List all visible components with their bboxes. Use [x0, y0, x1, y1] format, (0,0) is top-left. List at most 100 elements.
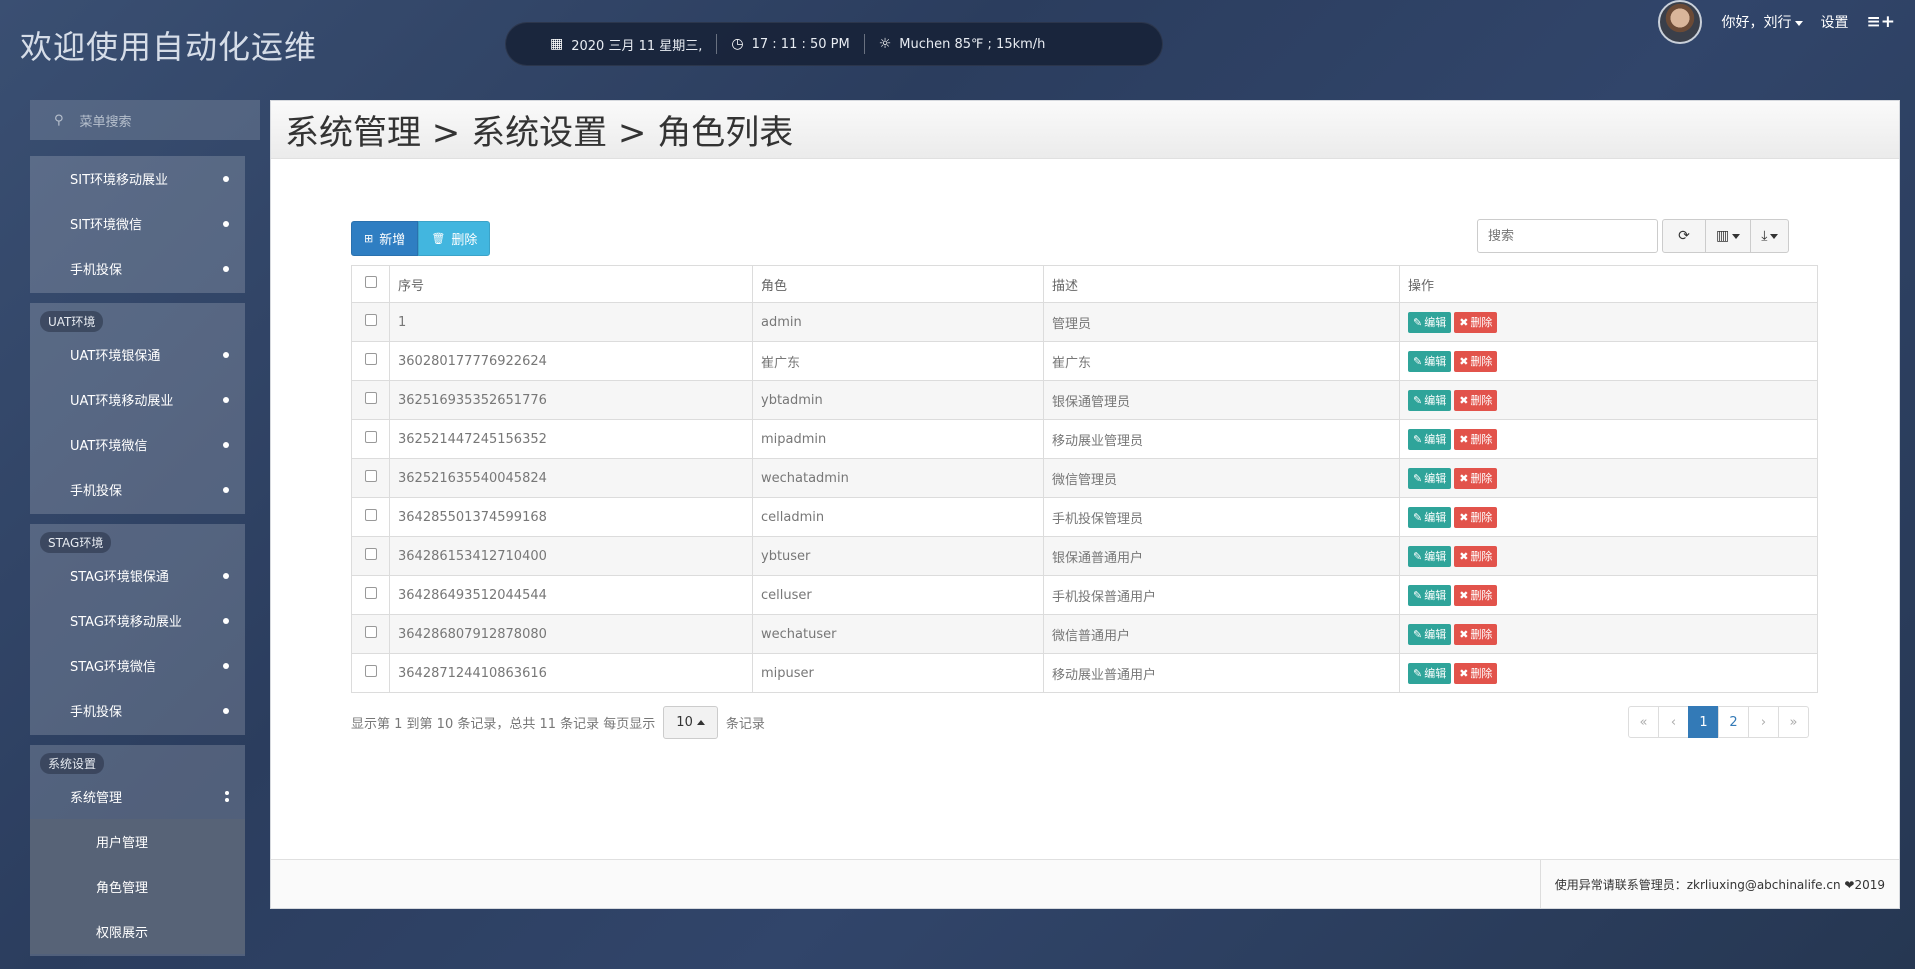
menu-toggle-icon[interactable]: ≡+ [1867, 12, 1896, 32]
row-checkbox-cell [351, 653, 390, 693]
cell-id: 360280177776922624 [389, 341, 753, 381]
sidebar-item-stag-ybt[interactable]: STAG环境银保通 [30, 553, 245, 598]
page-link[interactable]: ‹ [1658, 706, 1689, 738]
cell-desc: 手机投保管理员 [1043, 497, 1400, 537]
row-delete-button[interactable]: ✖ 删除 [1454, 467, 1498, 489]
row-delete-button[interactable]: ✖ 删除 [1454, 350, 1498, 372]
row-delete-button[interactable]: ✖ 删除 [1454, 506, 1498, 528]
sidebar-item-role-mgmt[interactable]: 角色管理 [30, 864, 245, 909]
table-row[interactable]: 362521447245156352 mipadmin 移动展业管理员 ✎ 编辑 ✖ 删除 [351, 419, 1818, 459]
sidebar-item-uat-wechat[interactable]: UAT环境微信 [30, 422, 245, 467]
page-link[interactable]: › [1748, 706, 1779, 738]
sidebar-item-label: STAG环境微信 [70, 660, 156, 675]
delete-button[interactable]: 🗑 删除 [418, 221, 491, 256]
dot-icon [223, 707, 229, 714]
row-edit-button[interactable]: ✎ 编辑 [1408, 311, 1452, 333]
refresh-icon: ⟳ [1678, 228, 1690, 244]
row-edit-button[interactable]: ✎ 编辑 [1408, 506, 1452, 528]
row-edit-button[interactable]: ✎ 编辑 [1408, 662, 1452, 684]
table-row[interactable]: 362521635540045824 wechatadmin 微信管理员 ✎ 编辑 ✖ 删除 [351, 458, 1818, 498]
sidebar-item-uat-ybt[interactable]: UAT环境银保通 [30, 332, 245, 377]
export-button[interactable]: ⤓ [1750, 219, 1790, 253]
column-header-role[interactable]: 角色 [752, 265, 1044, 303]
avatar[interactable] [1657, 0, 1702, 44]
table-row[interactable]: 1 admin 管理员 ✎ 编辑 ✖ 删除 [351, 302, 1818, 342]
sidebar-item-system-mgmt[interactable]: 系统管理 [30, 774, 245, 819]
table-row[interactable]: 364286807912878080 wechatuser 微信普通用户 ✎ 编辑 ✖ 删除 [351, 614, 1818, 654]
row-checkbox[interactable] [364, 587, 377, 599]
sidebar-item-uat-mobile[interactable]: 手机投保 [30, 467, 245, 512]
row-checkbox[interactable] [364, 509, 377, 521]
page-size-dropdown[interactable]: 10 [663, 706, 718, 739]
row-checkbox-cell [351, 575, 390, 615]
refresh-button[interactable]: ⟳ [1662, 219, 1706, 253]
user-menu[interactable]: 你好，刘行 [1722, 12, 1803, 32]
page-link[interactable]: 1 [1688, 706, 1719, 738]
row-checkbox[interactable] [364, 470, 377, 482]
cell-actions: ✎ 编辑 ✖ 删除 [1399, 536, 1818, 576]
page-link[interactable]: 2 [1718, 706, 1749, 738]
sidebar-submenu: 用户管理 角色管理 权限展示 [30, 819, 245, 954]
sidebar-item-uat-mip[interactable]: UAT环境移动展业 [30, 377, 245, 422]
sidebar-item-sit-mobile[interactable]: 手机投保 [30, 246, 245, 291]
edit-icon: ✎ [1413, 354, 1423, 368]
add-button[interactable]: ⊞ 新增 [351, 221, 419, 256]
sidebar-item-permissions[interactable]: 权限展示 [30, 909, 245, 954]
row-delete-button[interactable]: ✖ 删除 [1454, 311, 1498, 333]
row-checkbox[interactable] [364, 626, 377, 638]
row-edit-button[interactable]: ✎ 编辑 [1408, 350, 1452, 372]
pagination-suffix: 条记录 [725, 717, 765, 732]
row-delete-button[interactable]: ✖ 删除 [1454, 389, 1498, 411]
caret-down-icon [1770, 233, 1779, 239]
row-checkbox[interactable] [364, 548, 377, 560]
cell-actions: ✎ 编辑 ✖ 删除 [1399, 302, 1818, 342]
select-all-checkbox[interactable] [364, 276, 377, 288]
table-row[interactable]: 364286493512044544 celluser 手机投保普通用户 ✎ 编辑 ✖ 删除 [351, 575, 1818, 615]
table-row[interactable]: 360280177776922624 崔广东 崔广东 ✎ 编辑 ✖ 删除 [351, 341, 1818, 381]
menu-search-box[interactable]: ⚲ 菜单搜索 [30, 100, 260, 140]
table-row[interactable]: 364285501374599168 celladmin 手机投保管理员 ✎ 编辑 ✖ 删除 [351, 497, 1818, 537]
row-edit-button[interactable]: ✎ 编辑 [1408, 584, 1452, 606]
date-text: 2020 三月 11 星期三, [571, 38, 703, 54]
row-checkbox[interactable] [364, 353, 377, 365]
edit-label: 编辑 [1424, 355, 1447, 368]
row-edit-button[interactable]: ✎ 编辑 [1408, 623, 1452, 645]
row-delete-button[interactable]: ✖ 删除 [1454, 623, 1498, 645]
row-delete-button[interactable]: ✖ 删除 [1454, 428, 1498, 450]
row-delete-button[interactable]: ✖ 删除 [1454, 545, 1498, 567]
delete-label: 删除 [1470, 472, 1493, 485]
sidebar-item-sit-mip[interactable]: SIT环境移动展业 [30, 156, 245, 201]
sidebar-item-sit-wechat[interactable]: SIT环境微信 [30, 201, 245, 246]
row-edit-button[interactable]: ✎ 编辑 [1408, 467, 1452, 489]
table-row[interactable]: 364287124410863616 mipuser 移动展业普通用户 ✎ 编辑 ✖ 删除 [351, 653, 1818, 693]
column-header-desc[interactable]: 描述 [1043, 265, 1400, 303]
table-header-row: 序号 角色 描述 操作 [351, 265, 1818, 303]
calendar-icon: ▦ [550, 36, 564, 52]
cell-actions: ✎ 编辑 ✖ 删除 [1399, 575, 1818, 615]
row-edit-button[interactable]: ✎ 编辑 [1408, 428, 1452, 450]
row-checkbox[interactable] [364, 314, 377, 326]
delete-label: 删除 [1470, 589, 1493, 602]
pagination-info: 显示第 1 到第 10 条记录，总共 11 条记录 每页显示 10 条记录 [351, 706, 765, 739]
table-row[interactable]: 364286153412710400 ybtuser 银保通普通用户 ✎ 编辑 ✖ 删除 [351, 536, 1818, 576]
sidebar-item-stag-mobile[interactable]: 手机投保 [30, 688, 245, 733]
row-delete-button[interactable]: ✖ 删除 [1454, 584, 1498, 606]
sidebar-item-stag-mip[interactable]: STAG环境移动展业 [30, 598, 245, 643]
table-search-input[interactable] [1477, 219, 1658, 253]
sidebar-item-stag-wechat[interactable]: STAG环境微信 [30, 643, 245, 688]
row-checkbox[interactable] [364, 431, 377, 443]
table-row[interactable]: 362516935352651776 ybtadmin 银保通管理员 ✎ 编辑 ✖ 删除 [351, 380, 1818, 420]
page-link[interactable]: « [1628, 706, 1659, 738]
row-edit-button[interactable]: ✎ 编辑 [1408, 545, 1452, 567]
settings-link[interactable]: 设置 [1821, 12, 1849, 32]
row-checkbox[interactable] [364, 392, 377, 404]
page-link[interactable]: » [1778, 706, 1809, 738]
row-delete-button[interactable]: ✖ 删除 [1454, 662, 1498, 684]
row-checkbox[interactable] [364, 665, 377, 677]
columns-button[interactable]: ▥ [1705, 219, 1752, 253]
column-header-id[interactable]: 序号 [389, 265, 753, 303]
weather-segment: ☼ Muchen 85℉ ; 15km/h [863, 34, 1060, 54]
sidebar-item-user-mgmt[interactable]: 用户管理 [30, 819, 245, 864]
row-edit-button[interactable]: ✎ 编辑 [1408, 389, 1452, 411]
weather-text: Muchen 85℉ ; 15km/h [899, 36, 1046, 52]
